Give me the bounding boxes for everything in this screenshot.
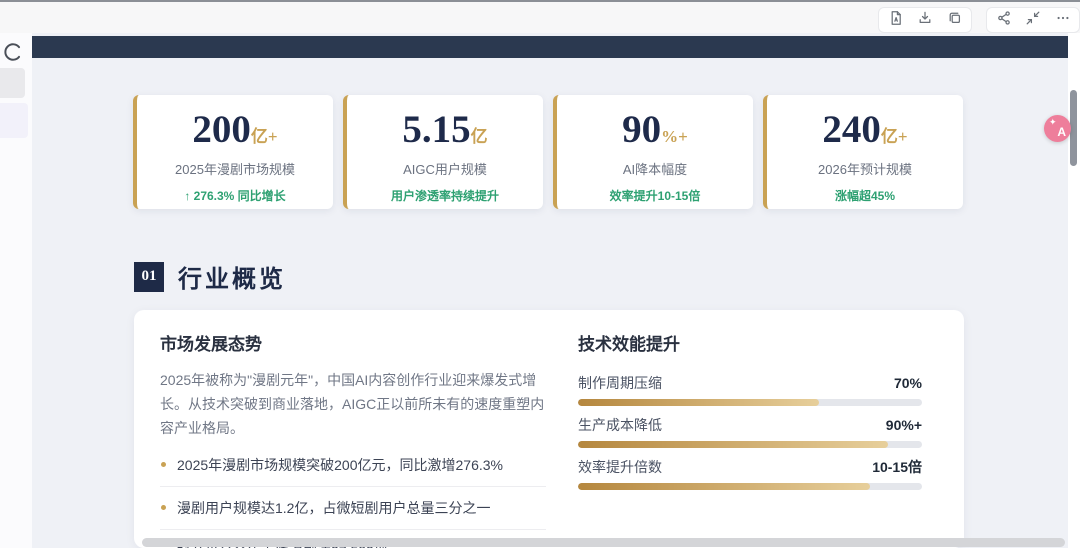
app-window: 200亿+ 2025年漫剧市场规模 ↑ 276.3% 同比增长 5.15亿 AI… (0, 0, 1080, 548)
progress-row: 制作周期压缩 70% (578, 375, 922, 406)
pdf-export-icon (888, 10, 904, 31)
more-icon (1055, 10, 1071, 31)
progress-label: 生产成本降低 (578, 417, 662, 433)
stat-note: 效率提升10-15倍 (609, 189, 701, 203)
stat-value: 240亿+ (822, 108, 908, 151)
progress-track (578, 483, 922, 490)
page-header-band (32, 36, 1068, 58)
copy-button[interactable] (942, 8, 968, 32)
progress-row: 效率提升倍数 10-15倍 (578, 459, 922, 490)
progress-value: 10-15倍 (872, 459, 922, 475)
pdf-export-button[interactable] (883, 8, 909, 32)
progress-bar-group: 制作周期压缩 70% 生产成本降低 90%+ 效率提升倍数 10-15倍 (578, 375, 922, 490)
progress-label: 制作周期压缩 (578, 375, 662, 391)
horizontal-scrollbar-thumb[interactable] (142, 538, 1065, 547)
download-button[interactable] (912, 8, 938, 32)
market-trend-column: 市场发展态势 2025年被称为"漫剧元年"，中国AI内容创作行业迎来爆发式增长。… (160, 330, 546, 548)
page-thumbnail[interactable] (0, 103, 28, 138)
progress-fill (578, 483, 871, 490)
list-item: 2025年漫剧市场规模突破200亿元，同比激增276.3% (160, 444, 546, 488)
progress-fill (578, 399, 819, 406)
copy-icon (947, 10, 963, 31)
left-sidebar (0, 33, 32, 548)
section-header: 01 行业概览 (134, 259, 286, 294)
refresh-icon (2, 43, 24, 67)
bullet-dot-icon (161, 462, 166, 468)
translate-button[interactable]: ✦ A (1044, 115, 1071, 142)
refresh-button[interactable] (2, 41, 24, 63)
section-title: 行业概览 (178, 267, 286, 293)
stat-note: ↑ 276.3% 同比增长 (184, 189, 286, 203)
stat-suffix: 亿+ (250, 127, 278, 146)
stat-note: 用户渗透率持续提升 (390, 189, 499, 203)
view-tool-group (986, 7, 1080, 33)
progress-label: 效率提升倍数 (578, 459, 662, 475)
download-icon (917, 10, 933, 31)
top-toolbar (0, 0, 1080, 33)
stat-label: AIGC用户规模 (403, 162, 487, 177)
section-number-badge: 01 (134, 261, 164, 292)
more-button[interactable] (1050, 8, 1076, 32)
stat-cards-row: 200亿+ 2025年漫剧市场规模 ↑ 276.3% 同比增长 5.15亿 AI… (133, 95, 963, 209)
progress-track (578, 441, 922, 448)
vertical-scrollbar-thumb[interactable] (1070, 90, 1077, 166)
tech-efficiency-column: 技术效能提升 制作周期压缩 70% 生产成本降低 90%+ 效率提升倍数 10-15倍 (578, 330, 922, 490)
stat-suffix: %+ (661, 127, 688, 146)
stat-value: 90%+ (622, 108, 688, 151)
stat-suffix: 亿 (470, 127, 488, 146)
progress-value: 90%+ (885, 417, 922, 433)
stat-card-users: 5.15亿 AIGC用户规模 用户渗透率持续提升 (343, 95, 543, 209)
page-thumbnail[interactable] (0, 68, 25, 98)
progress-row: 生产成本降低 90%+ (578, 417, 922, 448)
stat-card-forecast: 240亿+ 2026年预计规模 涨幅超45% (763, 95, 963, 209)
stat-card-market-size: 200亿+ 2025年漫剧市场规模 ↑ 276.3% 同比增长 (133, 95, 333, 209)
stat-value: 5.15亿 (402, 108, 488, 151)
stat-card-cost-reduction: 90%+ AI降本幅度 效率提升10-15倍 (553, 95, 753, 209)
progress-track (578, 399, 922, 406)
share-icon (996, 10, 1012, 31)
vertical-scrollbar-track[interactable] (1068, 33, 1080, 548)
fullscreen-exit-button[interactable] (1020, 8, 1046, 32)
market-trend-title: 市场发展态势 (160, 335, 262, 354)
stat-label: 2025年漫剧市场规模 (175, 162, 295, 177)
share-button[interactable] (991, 8, 1017, 32)
progress-fill (578, 441, 888, 448)
progress-value: 70% (893, 375, 922, 391)
bullet-dot-icon (161, 505, 166, 511)
export-tool-group (878, 7, 972, 33)
market-bullet-list: 2025年漫剧市场规模突破200亿元，同比激增276.3% 漫剧用户规模达1.2… (160, 444, 546, 548)
stat-label: 2026年预计规模 (818, 162, 912, 177)
stat-note: 涨幅超45% (834, 189, 896, 203)
fullscreen-exit-icon (1025, 10, 1041, 31)
stat-value: 200亿+ (192, 108, 278, 151)
overview-panel: 市场发展态势 2025年被称为"漫剧元年"，中国AI内容创作行业迎来爆发式增长。… (134, 310, 964, 548)
stat-suffix: 亿+ (880, 127, 908, 146)
market-trend-paragraph: 2025年被称为"漫剧元年"，中国AI内容创作行业迎来爆发式增长。从技术突破到商… (160, 372, 545, 437)
list-item: 漫剧用户规模达1.2亿，占微短剧用户总量三分之一 (160, 487, 546, 531)
document-canvas: 200亿+ 2025年漫剧市场规模 ↑ 276.3% 同比增长 5.15亿 AI… (32, 33, 1080, 548)
stat-label: AI降本幅度 (622, 162, 688, 177)
tech-efficiency-title: 技术效能提升 (578, 335, 680, 354)
